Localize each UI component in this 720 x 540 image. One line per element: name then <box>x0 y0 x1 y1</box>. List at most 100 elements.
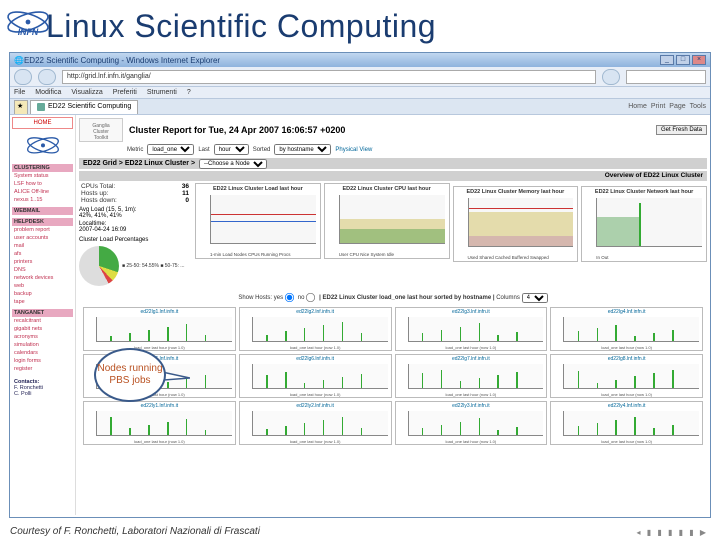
node-chart[interactable]: ed22ly3.lnf.infn.it load_one last hour (… <box>395 401 548 445</box>
node-chart[interactable]: ed22lg7.lnf.infn.it load_one last hour (… <box>395 354 548 398</box>
menu-edit[interactable]: Modifica <box>35 89 61 96</box>
sidebar-link[interactable]: backup <box>12 290 73 298</box>
chart-mem[interactable]: ED22 Linux Cluster Memory last hour Used… <box>453 186 579 262</box>
node-chart[interactable]: ed22lg8.lnf.infn.it load_one last hour (… <box>550 354 703 398</box>
sidebar-link[interactable]: acronyms <box>12 333 73 341</box>
node-select[interactable]: --Choose a Node <box>199 159 267 169</box>
chart-legend: Used Shared Cached Buffered Swapped <box>468 255 574 260</box>
localtime-value: 2007-04-24 16:09 <box>79 227 191 233</box>
metric-select[interactable]: load_one <box>147 144 194 155</box>
forward-button[interactable] <box>38 69 56 85</box>
overview-row: CPUs Total:36 Hosts up:11 Hosts down:0 A… <box>79 183 707 286</box>
maximize-button[interactable]: □ <box>676 55 690 65</box>
sorted-select[interactable]: by hostname <box>274 144 331 155</box>
yes-label: yes <box>274 295 283 301</box>
no-label: no <box>298 295 305 301</box>
address-bar[interactable]: http://grid.lnf.infn.it/ganglia/ <box>62 70 596 84</box>
tool-tools[interactable]: Tools <box>690 103 706 110</box>
close-button[interactable]: × <box>692 55 706 65</box>
node-footer: load_one last hour (now 1.0) <box>240 439 391 444</box>
sidebar-link[interactable]: gigabit nets <box>12 325 73 333</box>
node-title: ed22ly1.lnf.infn.it <box>85 403 234 409</box>
contacts-names: F. Ronchetti C. Polli <box>14 385 43 397</box>
tool-page[interactable]: Page <box>669 103 685 110</box>
sidebar-link[interactable]: tape <box>12 298 73 306</box>
sidebar-section-header: WEBMAIL <box>12 207 73 215</box>
chart-title: ED22 Linux Cluster CPU last hour <box>327 186 447 192</box>
sidebar-link[interactable]: recalcitrant <box>12 317 73 325</box>
node-title: ed22lg8.lnf.infn.it <box>552 356 701 362</box>
sidebar-link[interactable]: mail <box>12 242 73 250</box>
sidebar-link[interactable]: register <box>12 365 73 373</box>
node-chart[interactable]: ed22ly4.lnf.infn.it load_one last hour (… <box>550 401 703 445</box>
sidebar-link[interactable]: calendars <box>12 349 73 357</box>
sidebar-contacts: Contacts: F. Ronchetti C. Polli <box>12 377 73 399</box>
window-titlebar: 🌐 ED22 Scientific Computing - Windows In… <box>10 53 710 67</box>
menu-favorites[interactable]: Preferiti <box>113 89 137 96</box>
menu-view[interactable]: Visualizza <box>71 89 102 96</box>
search-input[interactable] <box>626 70 706 84</box>
node-title: ed22lg6.lnf.infn.it <box>241 356 390 362</box>
node-chart[interactable]: ed22ly2.lnf.infn.it load_one last hour (… <box>239 401 392 445</box>
sidebar-link[interactable]: problem report <box>12 226 73 234</box>
node-chart[interactable]: ed22lg2.lnf.infn.it load_one last hour (… <box>239 307 392 351</box>
sidebar-link[interactable]: ALICE Off-line <box>12 188 73 196</box>
page-tab[interactable]: ED22 Scientific Computing <box>30 100 138 114</box>
minimize-button[interactable]: _ <box>660 55 674 65</box>
sidebar-home[interactable]: HOME <box>12 117 73 129</box>
sidebar-link[interactable]: network devices <box>12 274 73 282</box>
browser-menubar: File Modifica Visualizza Preferiti Strum… <box>10 87 710 99</box>
refresh-button[interactable] <box>602 69 620 85</box>
hosts-down-value: 0 <box>166 197 191 204</box>
svg-text:INFN: INFN <box>18 27 39 37</box>
node-chart[interactable]: ed22lg3.lnf.infn.it load_one last hour (… <box>395 307 548 351</box>
chart-legend: In Out <box>596 255 702 260</box>
columns-select[interactable]: 4 <box>522 293 548 303</box>
node-chart[interactable]: ed22ly1.lnf.infn.it load_one last hour (… <box>83 401 236 445</box>
sidebar-link[interactable]: LSF how to <box>12 180 73 188</box>
tool-home[interactable]: Home <box>628 103 647 110</box>
node-chart[interactable]: ed22lg4.lnf.infn.it load_one last hour (… <box>550 307 703 351</box>
chart-net[interactable]: ED22 Linux Cluster Network last hour In … <box>581 186 707 262</box>
node-title: ed22lg4.lnf.infn.it <box>552 309 701 315</box>
favorites-tab[interactable]: ★ <box>14 100 28 114</box>
node-footer: load_one last hour (now 1.0) <box>240 345 391 350</box>
sidebar-link[interactable]: afs <box>12 250 73 258</box>
menu-help[interactable]: ? <box>187 89 191 96</box>
show-hosts-yes[interactable] <box>285 293 294 302</box>
sidebar-link[interactable]: System status <box>12 172 73 180</box>
sidebar-link[interactable]: nexus 1..15 <box>12 196 73 204</box>
tool-print[interactable]: Print <box>651 103 665 110</box>
node-chart[interactable]: ed22lg1.lnf.infn.it load_one last hour (… <box>83 307 236 351</box>
node-title: ed22lg7.lnf.infn.it <box>397 356 546 362</box>
sidebar-link[interactable]: simulation <box>12 341 73 349</box>
back-button[interactable] <box>14 69 32 85</box>
callout-text: Nodes running PBS jobs <box>96 363 164 387</box>
node-footer: load_one last hour (now 1.0) <box>84 439 235 444</box>
app-icon: 🌐 <box>14 56 24 65</box>
sidebar-link[interactable]: DNS <box>12 266 73 274</box>
get-fresh-button[interactable]: Get Fresh Data <box>656 125 707 135</box>
sidebar-link[interactable]: login forms <box>12 357 73 365</box>
menu-tools[interactable]: Strumenti <box>147 89 177 96</box>
node-title: ed22ly2.lnf.infn.it <box>241 403 390 409</box>
sidebar-link[interactable]: user accounts <box>12 234 73 242</box>
sidebar-section-header: CLUSTERING <box>12 164 73 172</box>
chart-cpu[interactable]: ED22 Linux Cluster CPU last hour User CP… <box>324 183 450 259</box>
sidebar-link[interactable]: printers <box>12 258 73 266</box>
menu-file[interactable]: File <box>14 89 25 96</box>
node-title: ed22ly3.lnf.infn.it <box>397 403 546 409</box>
cpus-value: 36 <box>166 183 191 190</box>
node-footer: load_one last hour (now 1.0) <box>551 439 702 444</box>
overview-charts: ED22 Linux Cluster Load last hour 1-min … <box>195 183 707 286</box>
node-title: ed22lg3.lnf.infn.it <box>397 309 546 315</box>
node-chart[interactable]: ed22lg6.lnf.infn.it load_one last hour (… <box>239 354 392 398</box>
metric-controls: Metric load_one Last hour Sorted by host… <box>127 144 707 155</box>
last-select[interactable]: hour <box>214 144 249 155</box>
sidebar-link[interactable]: web <box>12 282 73 290</box>
show-hosts-no[interactable] <box>306 293 315 302</box>
chart-title: ED22 Linux Cluster Load last hour <box>198 186 318 192</box>
chart-load[interactable]: ED22 Linux Cluster Load last hour 1-min … <box>195 183 321 259</box>
node-footer: load_one last hour (now 1.0) <box>84 345 235 350</box>
physical-view-link[interactable]: Physical View <box>335 147 372 153</box>
